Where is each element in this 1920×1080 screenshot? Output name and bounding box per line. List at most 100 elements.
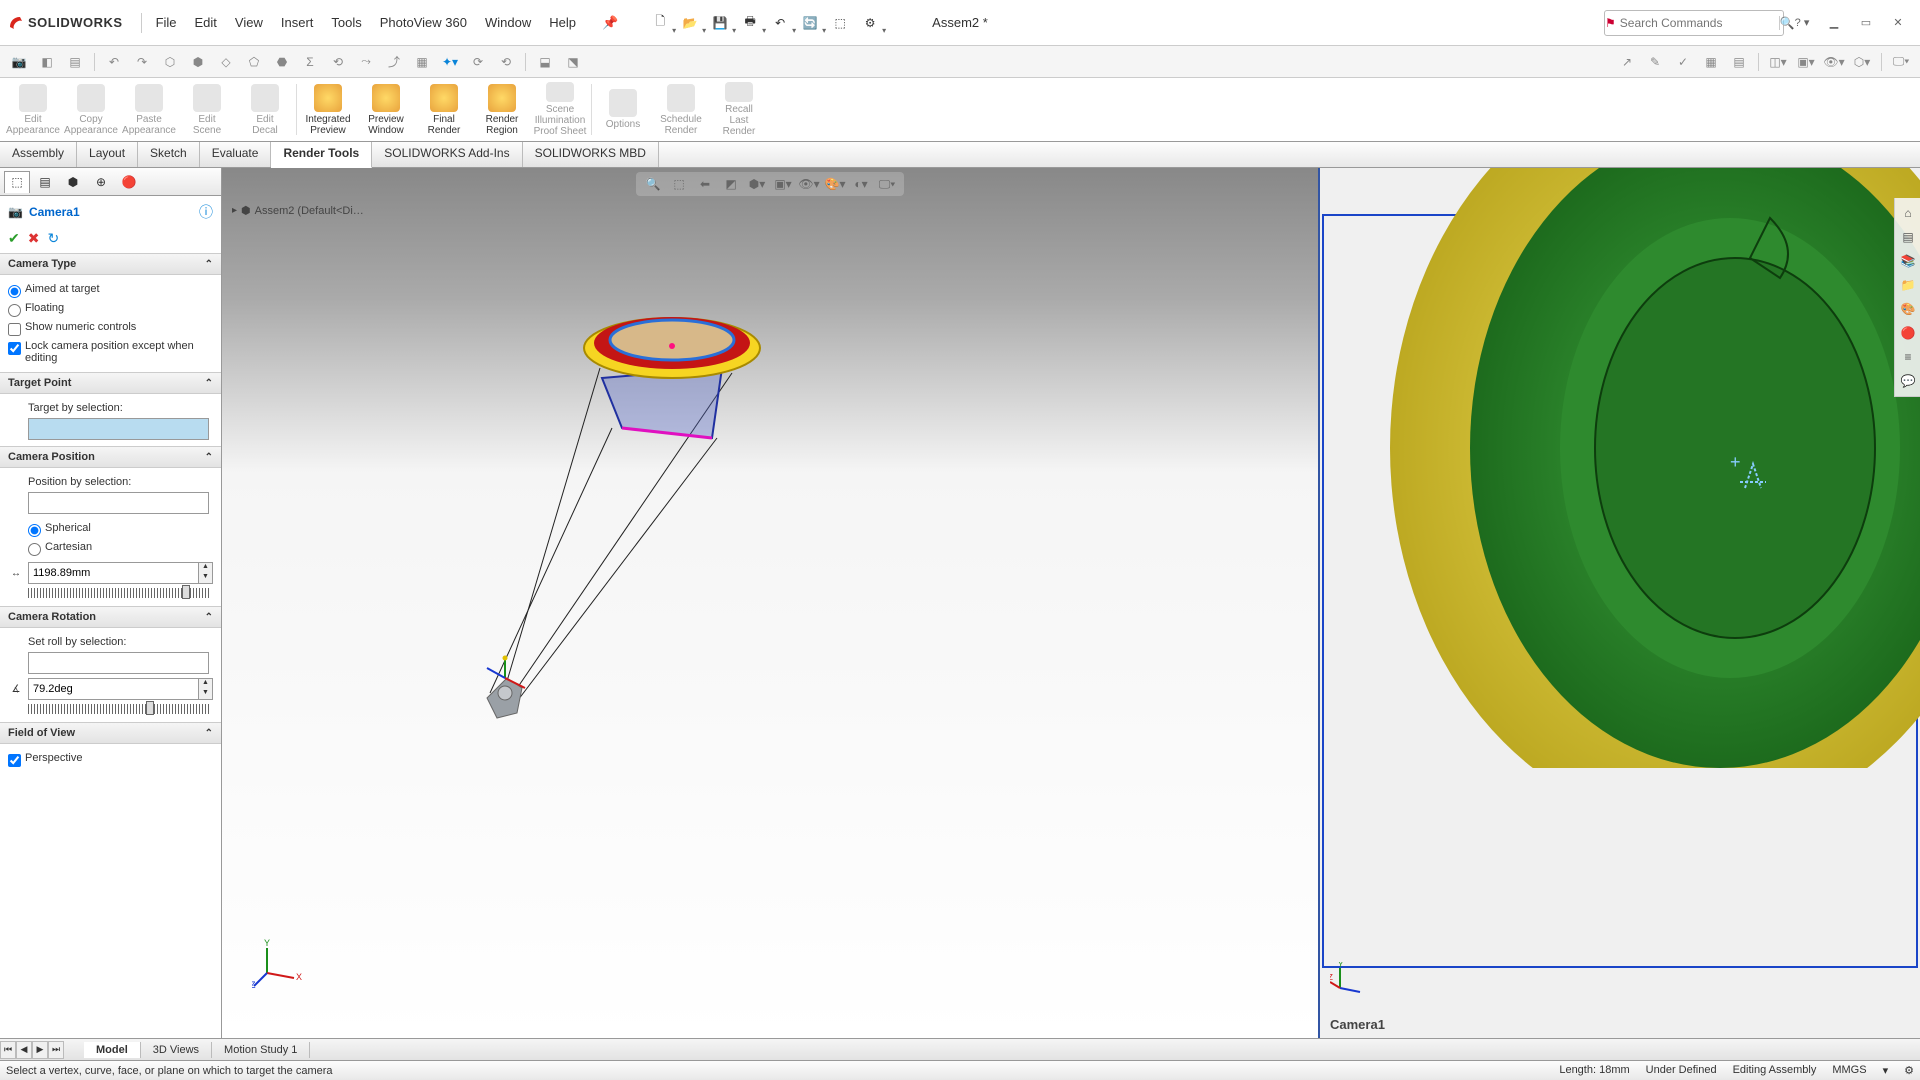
tool-7[interactable]: ⬢ <box>185 50 211 74</box>
open-doc-button[interactable]: 📂 <box>676 11 704 35</box>
tool-11[interactable]: Σ <box>297 50 323 74</box>
nav-last[interactable]: ⏭ <box>48 1041 64 1059</box>
status-dropdown[interactable]: ▾ <box>1883 1064 1889 1077</box>
collapse-icon[interactable]: ⌃ <box>205 378 213 389</box>
check-perspective[interactable] <box>8 754 21 767</box>
bottom-tab-model[interactable]: Model <box>84 1042 141 1058</box>
menu-edit[interactable]: Edit <box>187 11 225 35</box>
nav-next[interactable]: ▶ <box>32 1041 48 1059</box>
status-units[interactable]: MMGS <box>1832 1064 1866 1077</box>
radio-floating[interactable] <box>8 304 21 317</box>
new-doc-button[interactable]: 🗋 <box>646 11 674 35</box>
ribbon-final-render[interactable]: FinalRender <box>415 80 473 139</box>
apply-scene-icon[interactable]: ◐▾ <box>850 174 872 194</box>
main-viewport[interactable]: 🔍 ⬚ ⬅ ◩ ⬢▾ ▣▾ 👁▾ 🎨▾ ◐▾ 🖵▾ ▸ ⬢ Assem2 (De… <box>222 168 1320 1038</box>
menu-help[interactable]: Help <box>541 11 584 35</box>
tool-r5[interactable]: ▤ <box>1726 50 1752 74</box>
home-icon[interactable]: ⌂ <box>1897 202 1919 224</box>
nav-prev[interactable]: ◀ <box>16 1041 32 1059</box>
refresh-button[interactable]: ↻ <box>47 230 59 247</box>
status-customize[interactable]: ⚙ <box>1904 1064 1914 1077</box>
collapse-icon[interactable]: ⌃ <box>205 728 213 739</box>
view-triad[interactable]: Y X Z <box>252 938 302 988</box>
section-camera-type[interactable]: Camera Type ⌃ <box>0 253 221 275</box>
tool-r6[interactable]: ◫▾ <box>1765 50 1791 74</box>
distance-spinner[interactable]: ▲▼ <box>28 562 213 584</box>
tool-r1[interactable]: ↗ <box>1614 50 1640 74</box>
tool-2[interactable]: ◧ <box>34 50 60 74</box>
section-target-point[interactable]: Target Point ⌃ <box>0 372 221 394</box>
collapse-icon[interactable]: ⌃ <box>205 452 213 463</box>
tool-r7[interactable]: ▣▾ <box>1793 50 1819 74</box>
tool-19[interactable]: ⬓ <box>532 50 558 74</box>
tool-17[interactable]: ⟳ <box>465 50 491 74</box>
camera-icon[interactable]: 📷 <box>6 50 32 74</box>
cancel-button[interactable]: ✖ <box>28 230 40 247</box>
menu-photoview360[interactable]: PhotoView 360 <box>372 11 475 35</box>
collapse-icon[interactable]: ⌃ <box>205 259 213 270</box>
nav-first[interactable]: ⏮ <box>0 1041 16 1059</box>
select-button[interactable]: ⬚ <box>826 11 854 35</box>
angle-spinner[interactable]: ▲▼ <box>28 678 213 700</box>
panel-tab-dim[interactable]: ⊕ <box>88 171 114 193</box>
section-camera-rotation[interactable]: Camera Rotation ⌃ <box>0 606 221 628</box>
spin-down[interactable]: ▼ <box>199 689 212 699</box>
tab-sketch[interactable]: Sketch <box>138 142 200 167</box>
distance-slider[interactable] <box>28 588 209 598</box>
tool-9[interactable]: ⬠ <box>241 50 267 74</box>
options-button[interactable]: ⚙ <box>856 11 884 35</box>
spin-up[interactable]: ▲ <box>199 679 212 689</box>
custom-props-icon[interactable]: ≡ <box>1897 346 1919 368</box>
tab-solidworks-mbd[interactable]: SOLIDWORKS MBD <box>523 142 659 167</box>
tool-r4[interactable]: ▦ <box>1698 50 1724 74</box>
tab-evaluate[interactable]: Evaluate <box>200 142 272 167</box>
tab-solidworks-add-ins[interactable]: SOLIDWORKS Add-Ins <box>372 142 522 167</box>
panel-tab-property[interactable]: ▤ <box>32 171 58 193</box>
minimize-button[interactable]: ▁ <box>1820 12 1848 34</box>
tab-assembly[interactable]: Assembly <box>0 142 77 167</box>
view-settings-icon[interactable]: 🖵▾ <box>876 174 898 194</box>
ribbon-render-region[interactable]: RenderRegion <box>473 80 531 139</box>
file-explorer-icon[interactable]: 📁 <box>1897 274 1919 296</box>
restore-button[interactable]: ▭ <box>1852 12 1880 34</box>
angle-input[interactable] <box>29 679 198 699</box>
undo-button[interactable]: ↶ <box>766 11 794 35</box>
radio-spherical[interactable] <box>28 524 41 537</box>
menu-tools[interactable]: Tools <box>323 11 369 35</box>
tab-render-tools[interactable]: Render Tools <box>271 142 372 168</box>
appearances-icon[interactable]: 🔴 <box>1897 322 1919 344</box>
tool-3[interactable]: ▤ <box>62 50 88 74</box>
section-camera-position[interactable]: Camera Position ⌃ <box>0 446 221 468</box>
tab-layout[interactable]: Layout <box>77 142 138 167</box>
tool-5[interactable]: ↷ <box>129 50 155 74</box>
tool-15[interactable]: ▦ <box>409 50 435 74</box>
tool-12[interactable]: ⟲ <box>325 50 351 74</box>
spin-down[interactable]: ▼ <box>199 573 212 583</box>
rebuild-button[interactable]: 🔄 <box>796 11 824 35</box>
menu-file[interactable]: File <box>148 11 185 35</box>
tool-6[interactable]: ⬡ <box>157 50 183 74</box>
resources-icon[interactable]: ▤ <box>1897 226 1919 248</box>
ribbon-preview-window[interactable]: PreviewWindow <box>357 80 415 139</box>
ribbon-integrated-preview[interactable]: IntegratedPreview <box>299 80 357 139</box>
distance-input[interactable] <box>29 563 198 583</box>
panel-tab-appearance[interactable]: 🔴 <box>116 171 142 193</box>
panel-tab-feature-tree[interactable]: ⬚ <box>4 171 30 193</box>
tool-r8[interactable]: 👁▾ <box>1821 50 1847 74</box>
camera-viewport[interactable]: + Y Z Camera1 <box>1320 168 1920 1038</box>
print-button[interactable]: 🖶 <box>736 11 764 35</box>
tool-r9[interactable]: ⬡▾ <box>1849 50 1875 74</box>
roll-selection-input[interactable] <box>28 652 209 674</box>
panel-help-icon[interactable]: ⓘ <box>199 202 213 222</box>
angle-slider[interactable] <box>28 704 209 714</box>
forum-icon[interactable]: 💬 <box>1897 370 1919 392</box>
tool-r2[interactable]: ✎ <box>1642 50 1668 74</box>
pin-icon[interactable]: 📌 <box>594 11 626 35</box>
panel-tab-config[interactable]: ⬢ <box>60 171 86 193</box>
tool-4[interactable]: ↶ <box>101 50 127 74</box>
search-input[interactable] <box>1616 16 1779 30</box>
spin-up[interactable]: ▲ <box>199 563 212 573</box>
check-lock-camera[interactable] <box>8 342 21 355</box>
tool-20[interactable]: ⬔ <box>560 50 586 74</box>
radio-aimed[interactable] <box>8 285 21 298</box>
